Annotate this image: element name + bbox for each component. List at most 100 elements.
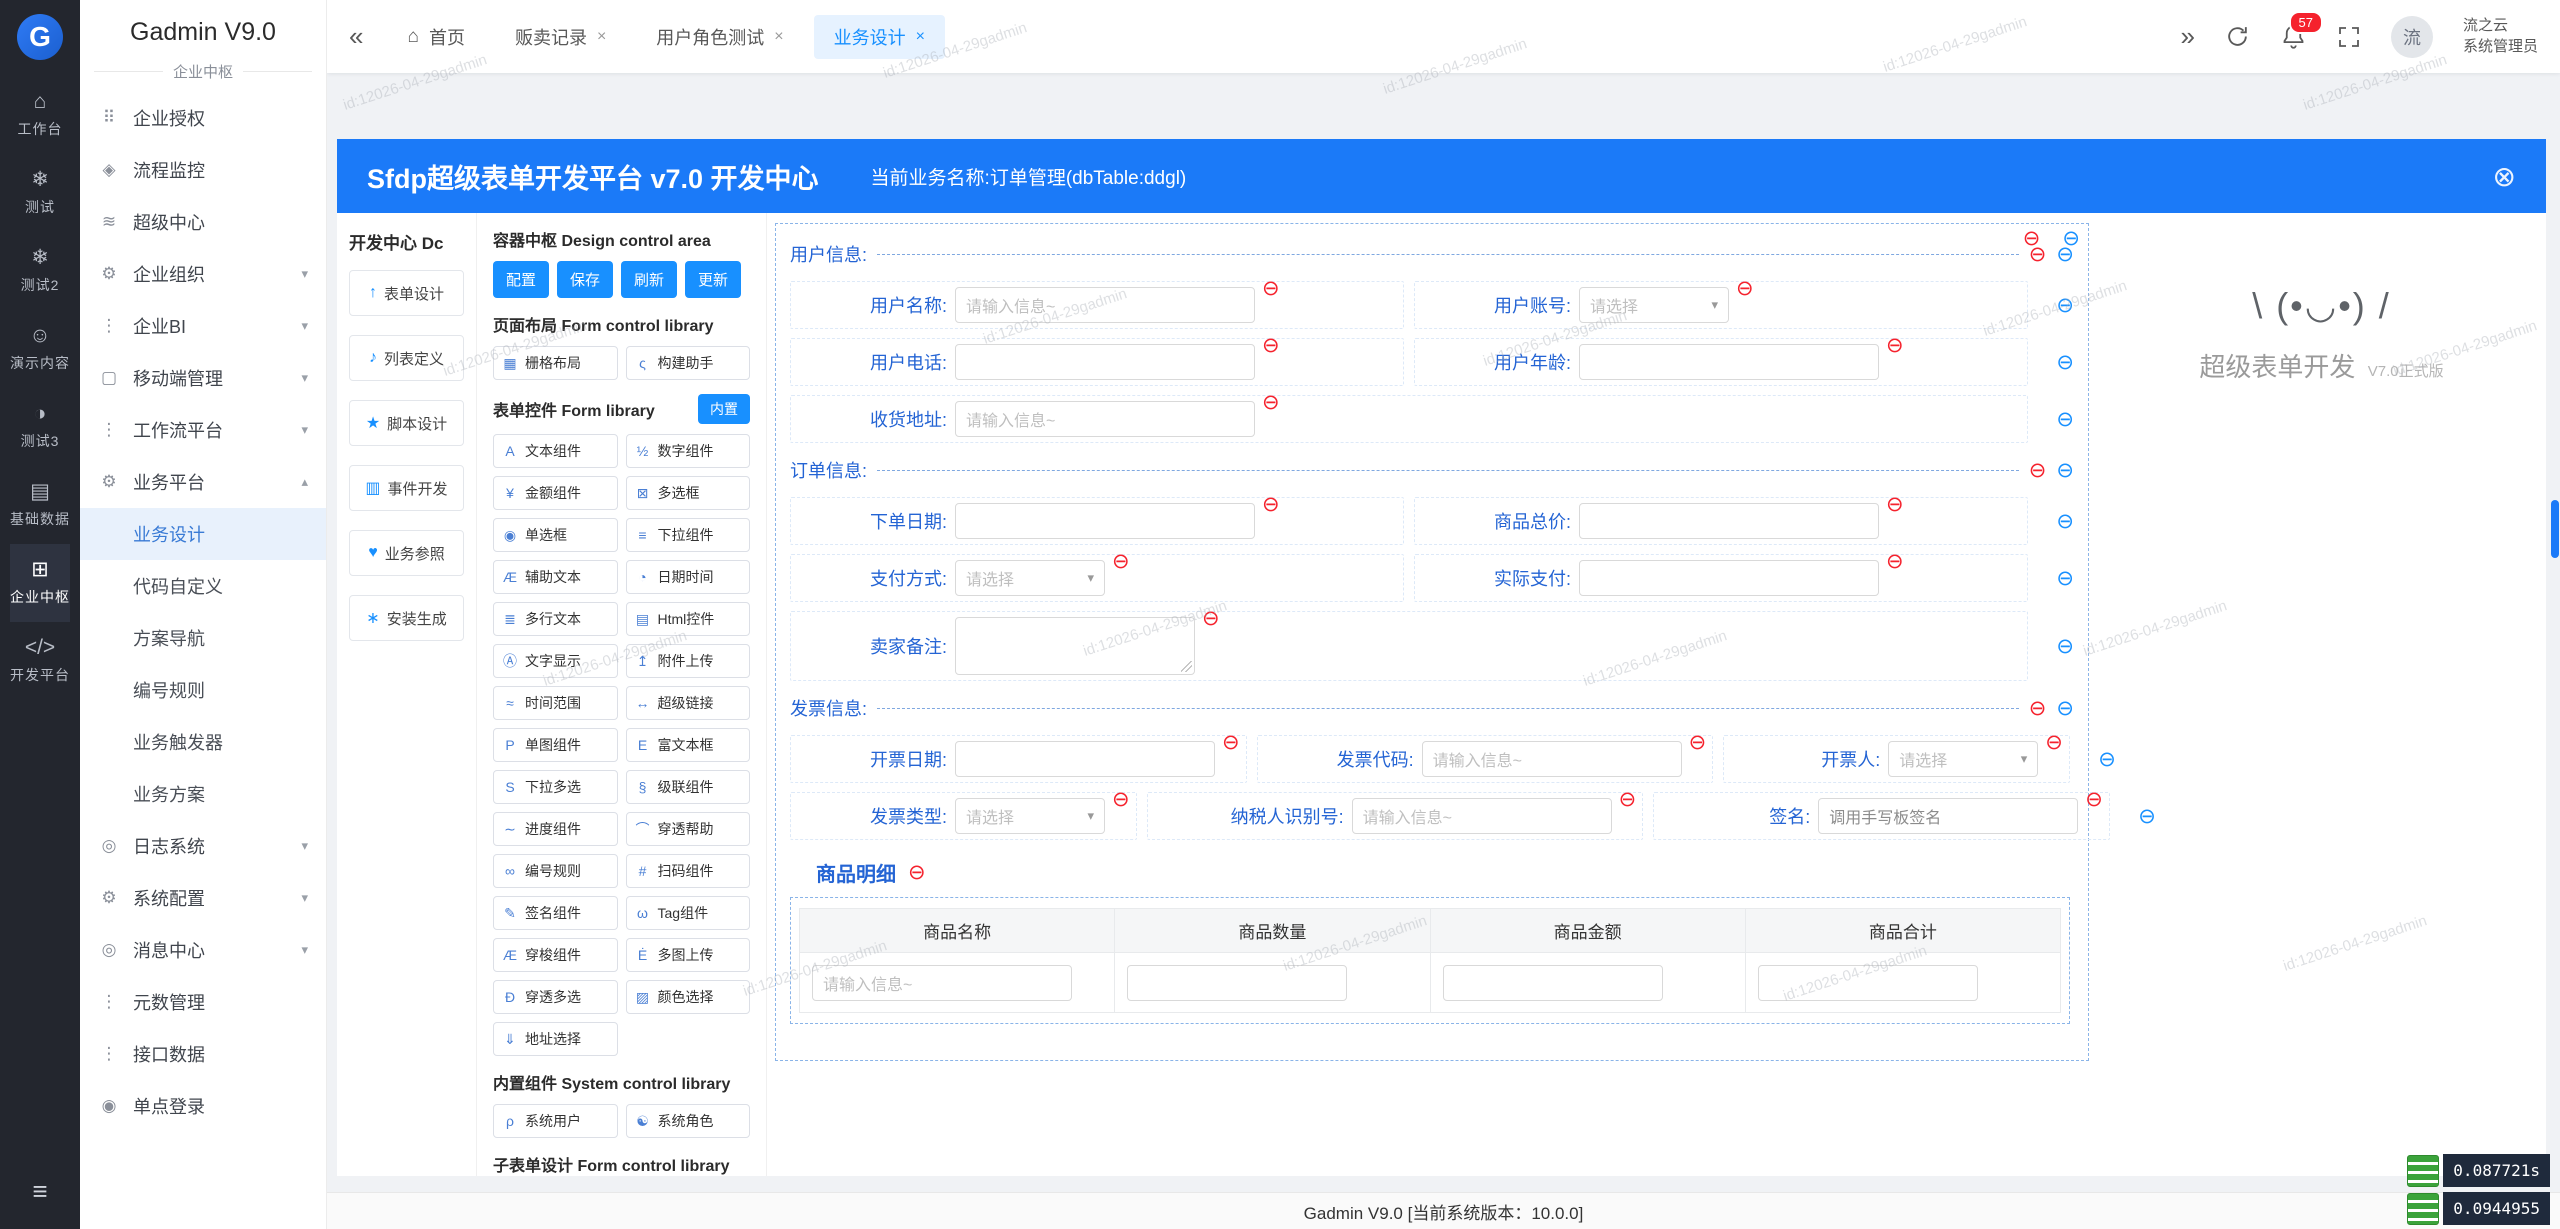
dev-center-item[interactable]: ↑ 表单设计 (349, 270, 464, 316)
remove-field-icon[interactable]: ⊖ (1262, 335, 1280, 356)
user-avatar[interactable]: 流 (2390, 15, 2433, 58)
remove-detail-icon[interactable]: ⊖ (908, 862, 926, 883)
form-library-item[interactable]: ⌒ 穿透帮助 (625, 812, 750, 846)
form-library-item[interactable]: ≈ 时间范围 (493, 686, 618, 720)
dev-center-item[interactable]: ▥ 事件开发 (349, 465, 464, 511)
collapse-section-icon[interactable]: ⊖ (2056, 460, 2074, 481)
field-payment-method[interactable]: 支付方式: 请选择 ▾ ⊖ (790, 551, 1404, 602)
field-user-name[interactable]: 用户名称: 请输入信息~ ⊖ (790, 278, 1404, 329)
form-library-item[interactable]: ⊠ 多选框 (625, 476, 750, 510)
select-input[interactable]: 请选择 ▾ (1579, 287, 1729, 323)
sidebar-subitem[interactable]: 业务方案 (80, 768, 326, 820)
remove-field-icon[interactable]: ⊖ (2045, 732, 2063, 753)
close-tab-icon[interactable]: × (916, 28, 925, 46)
remove-field-icon[interactable]: ⊖ (1736, 278, 1754, 299)
form-library-item[interactable]: ⇓ 地址选择 (493, 1022, 618, 1056)
remove-field-icon[interactable]: ⊖ (1886, 335, 1904, 356)
text-input[interactable] (1579, 344, 1879, 380)
user-info[interactable]: 流之云 系统管理员 (2463, 16, 2538, 57)
sidebar-item[interactable]: ◎ 消息中心 ▾ (80, 924, 326, 976)
remove-field-icon[interactable]: ⊖ (1262, 278, 1280, 299)
select-input[interactable]: 请选择 ▾ (955, 798, 1105, 834)
text-input[interactable]: 请输入信息~ (1351, 798, 1612, 834)
collapse-sidebar-icon[interactable]: « (349, 21, 363, 52)
remove-section-icon[interactable]: ⊖ (2029, 698, 2047, 719)
remove-form-icon[interactable]: ⊖ (2023, 228, 2041, 249)
sidebar-item[interactable]: ⚙ 业务平台 ▴ (80, 456, 326, 508)
collapse-row-icon[interactable]: ⊖ (2056, 295, 2074, 316)
field-invoice-issuer[interactable]: 开票人: 请选择 ▾ ⊖ (1723, 732, 2070, 783)
field-user-age[interactable]: 用户年龄: ⊖ (1414, 335, 2028, 386)
field-user-account[interactable]: 用户账号: 请选择 ▾ ⊖ (1414, 278, 2028, 329)
collapse-row-icon[interactable]: ⊖ (2056, 409, 2074, 430)
remove-section-icon[interactable]: ⊖ (2029, 460, 2047, 481)
system-library-item[interactable]: ρ 系统用户 (493, 1104, 618, 1138)
field-signature[interactable]: 签名: 调用手写板签名 ⊖ (1653, 789, 2110, 840)
form-library-item[interactable]: ∼ 进度组件 (493, 812, 618, 846)
remove-field-icon[interactable]: ⊖ (1886, 494, 1904, 515)
form-library-item[interactable]: ✎ 签名组件 (493, 896, 618, 930)
form-library-item[interactable]: Æ 穿梭组件 (493, 938, 618, 972)
field-taxpayer-id[interactable]: 纳税人识别号: 请输入信息~ ⊖ (1146, 789, 1644, 840)
field-user-phone[interactable]: 用户电话: ⊖ (790, 335, 1404, 386)
more-tabs-icon[interactable]: » (2181, 21, 2195, 52)
builtin-button[interactable]: 内置 (698, 394, 750, 424)
text-input[interactable]: 请输入信息~ (1421, 741, 1682, 777)
rail-item[interactable]: ❄ 测试2 (10, 232, 70, 310)
text-input[interactable]: 请输入信息~ (812, 964, 1072, 1001)
remove-field-icon[interactable]: ⊖ (1689, 732, 1707, 753)
collapse-section-icon[interactable]: ⊖ (2056, 698, 2074, 719)
form-library-item[interactable]: ≣ 多行文本 (493, 602, 618, 636)
form-library-item[interactable]: ▤ Html控件 (625, 602, 750, 636)
form-library-item[interactable]: ↥ 附件上传 (625, 644, 750, 678)
sidebar-item[interactable]: ⠿ 企业授权 (80, 92, 326, 144)
sidebar-subitem[interactable]: 业务触发器 (80, 716, 326, 768)
collapse-row-icon[interactable]: ⊖ (2056, 352, 2074, 373)
form-library-item[interactable]: ≡ 下拉组件 (625, 518, 750, 552)
field-invoice-date[interactable]: 开票日期: ⊖ (790, 732, 1247, 783)
form-library-item[interactable]: ¥ 金额组件 (493, 476, 618, 510)
page-scrollbar-thumb[interactable] (2551, 500, 2559, 558)
dev-center-item[interactable]: ∗ 安装生成 (349, 595, 464, 641)
select-input[interactable]: 请选择 ▾ (1888, 741, 2039, 777)
date-input[interactable] (955, 503, 1255, 539)
layout-item[interactable]: ς 构建助手 (625, 346, 750, 380)
form-library-item[interactable]: A 文本组件 (493, 434, 618, 468)
text-input[interactable]: 请输入信息~ (955, 287, 1255, 323)
form-library-item[interactable]: ω Tag组件 (625, 896, 750, 930)
field-order-date[interactable]: 下单日期: ⊖ (790, 494, 1404, 545)
sidebar-subitem[interactable]: 业务设计 (80, 508, 326, 560)
field-actual-payment[interactable]: 实际支付: ⊖ (1414, 551, 2028, 602)
form-library-item[interactable]: ◉ 单选框 (493, 518, 618, 552)
signature-input[interactable]: 调用手写板签名 (1818, 798, 2079, 834)
form-library-item[interactable]: Ė 多图上传 (625, 938, 750, 972)
remove-field-icon[interactable]: ⊖ (1262, 392, 1280, 413)
select-input[interactable]: 请选择 ▾ (955, 560, 1105, 596)
menu-collapse-icon[interactable]: ≡ (32, 1154, 47, 1229)
notification-bell-icon[interactable]: 57 (2280, 11, 2323, 50)
layout-item[interactable]: ▦ 栅格布局 (493, 346, 618, 380)
form-library-item[interactable]: # 扫码组件 (625, 854, 750, 888)
close-tab-icon[interactable]: × (774, 28, 783, 46)
field-total-price[interactable]: 商品总价: ⊖ (1414, 494, 2028, 545)
sidebar-item[interactable]: ◉ 单点登录 (80, 1080, 326, 1132)
fullscreen-icon[interactable] (2337, 25, 2361, 49)
field-invoice-type[interactable]: 发票类型: 请选择 ▾ ⊖ (790, 789, 1137, 840)
close-platform-icon[interactable]: ⊗ (2493, 160, 2516, 193)
dev-center-item[interactable]: ♪ 列表定义 (349, 335, 464, 381)
canvas-action-button[interactable]: 保存 (557, 261, 614, 298)
tab-business-design[interactable]: 业务设计 × (813, 14, 945, 59)
sidebar-item[interactable]: ⚙ 系统配置 ▾ (80, 872, 326, 924)
form-library-item[interactable]: P 单图组件 (493, 728, 618, 762)
tab-user-role-test[interactable]: 用户角色测试 × (636, 15, 803, 59)
refresh-icon[interactable] (2225, 24, 2250, 49)
close-tab-icon[interactable]: × (597, 28, 606, 46)
form-library-item[interactable]: ◔ 日期时间 (625, 560, 750, 594)
canvas-boundary[interactable]: ⊖ ⊖ 用户信息: ⊖ ⊖ 用户名称: 请输入信息~ ⊖ 用户账号: 请选择 ▾… (775, 223, 2156, 1061)
sidebar-item[interactable]: ≋ 超级中心 (80, 196, 326, 248)
sidebar-item[interactable]: ⚙ 企业组织 ▾ (80, 248, 326, 300)
remove-field-icon[interactable]: ⊖ (1262, 494, 1280, 515)
remove-field-icon[interactable]: ⊖ (1112, 789, 1130, 810)
collapse-form-icon[interactable]: ⊖ (2062, 228, 2080, 249)
sidebar-subitem[interactable]: 代码自定义 (80, 560, 326, 612)
